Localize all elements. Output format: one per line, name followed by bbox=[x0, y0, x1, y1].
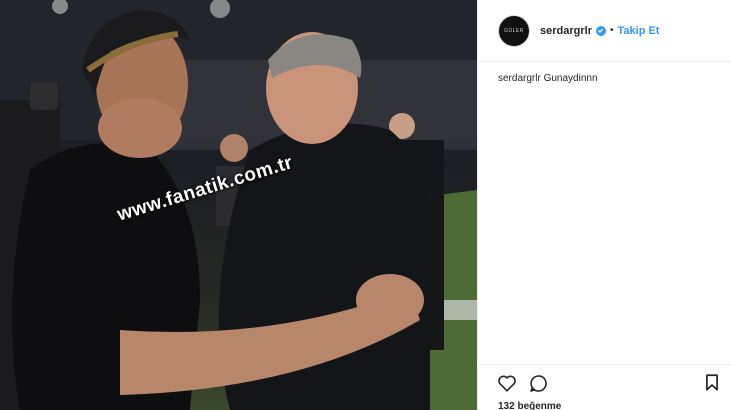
caption-username[interactable]: serdargrlr bbox=[498, 73, 541, 84]
bookmark-icon[interactable] bbox=[705, 374, 719, 396]
follow-button[interactable]: Takip Et bbox=[618, 25, 660, 37]
post-header: GÜLER serdargrlr • Takip Et bbox=[478, 0, 731, 62]
post-caption: serdargrlr Gunaydinnn bbox=[498, 73, 598, 84]
photo-scene bbox=[0, 0, 477, 410]
likes-count[interactable]: 132 beğenme bbox=[498, 401, 561, 410]
username-link[interactable]: serdargrlr bbox=[540, 25, 592, 37]
caption-text: Gunaydinnn bbox=[543, 73, 598, 84]
header-separator: • bbox=[609, 25, 614, 36]
post-photo[interactable]: www.fanatik.com.tr bbox=[0, 0, 477, 410]
heart-icon[interactable] bbox=[497, 374, 517, 397]
avatar-text: GÜLER bbox=[504, 27, 524, 34]
comment-icon[interactable] bbox=[529, 374, 548, 398]
avatar[interactable]: GÜLER bbox=[498, 14, 530, 47]
post-side-panel: GÜLER serdargrlr • Takip Et serdargrlr G… bbox=[477, 0, 731, 410]
verified-badge-icon bbox=[595, 25, 606, 36]
post-actions bbox=[478, 364, 731, 404]
instagram-post: www.fanatik.com.tr GÜLER serdargrlr • Ta… bbox=[0, 0, 731, 410]
